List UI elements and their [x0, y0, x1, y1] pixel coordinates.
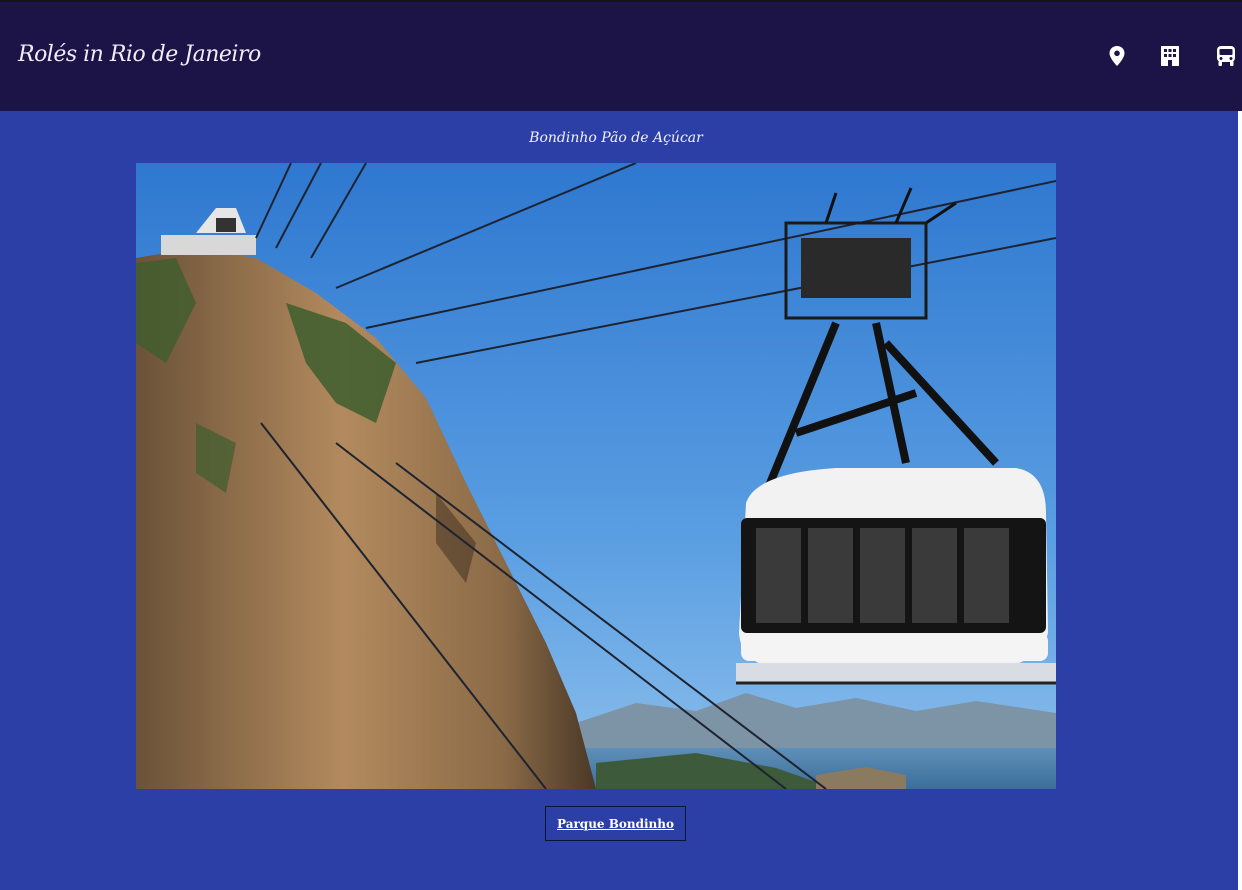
- location-pin-icon[interactable]: [1105, 44, 1129, 68]
- parque-bondinho-link[interactable]: Parque Bondinho: [545, 806, 686, 841]
- attraction-caption: Bondinho Pão de Açúcar: [529, 130, 703, 146]
- page-right-edge: [1238, 111, 1242, 890]
- top-navbar: Rolés in Rio de Janeiro: [0, 0, 1242, 111]
- bus-icon[interactable]: [1214, 44, 1238, 68]
- page: Rolés in Rio de Janeiro Bondinho Pão de …: [0, 0, 1242, 890]
- site-title[interactable]: Rolés in Rio de Janeiro: [18, 42, 261, 67]
- building-icon[interactable]: [1158, 44, 1182, 68]
- attraction-photo: [136, 163, 1056, 789]
